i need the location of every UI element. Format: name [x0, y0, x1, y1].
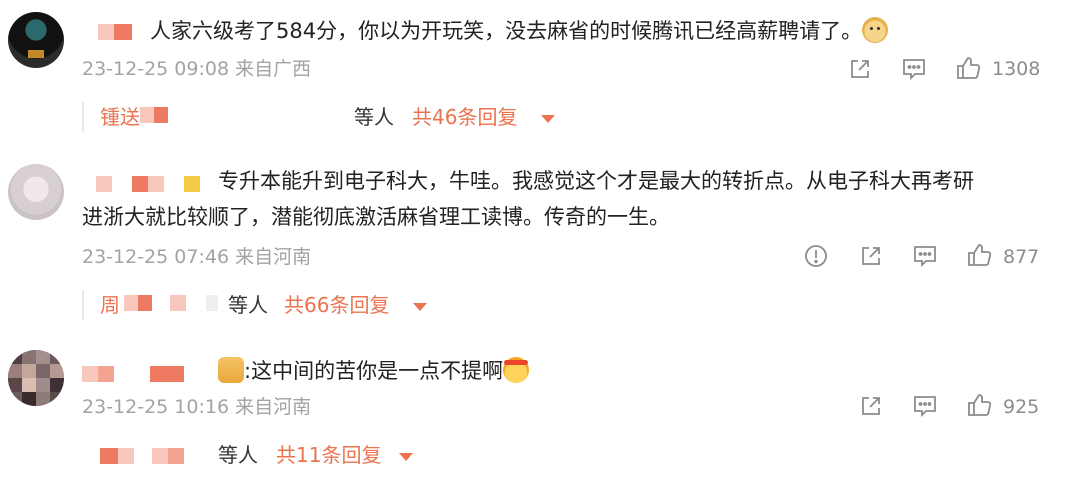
like-icon [968, 244, 992, 266]
caret-down-icon[interactable] [413, 303, 427, 311]
comment-list: 人家六级考了584分，你以为开玩笑，没去麻省的时候腾讯已经高薪聘请了。 23-1… [0, 0, 1080, 484]
like-count: 925 [1003, 396, 1040, 418]
comment-text-line-1: 专升本能升到电子科大，牛哇。我感觉这个才是最大的转折点。从电子科大再考研 [218, 169, 974, 193]
reply-username-masked[interactable] [100, 440, 210, 470]
comment-icon [914, 396, 936, 418]
avatar[interactable] [8, 164, 64, 220]
share-icon [851, 60, 869, 78]
like-button[interactable] [964, 390, 994, 420]
username-masked[interactable] [82, 362, 192, 386]
like-button[interactable] [964, 240, 994, 270]
share-button[interactable] [856, 241, 886, 271]
caret-down-icon[interactable] [399, 453, 413, 461]
share-button[interactable] [845, 54, 875, 84]
comment-text: 人家六级考了584分，你以为开玩笑，没去麻省的时候腾讯已经高薪聘请了。 [150, 14, 889, 48]
like-count: 877 [1003, 246, 1040, 268]
doge-emoji [862, 17, 889, 43]
reply-count-link[interactable]: 共46条回复 [412, 102, 517, 132]
comment-meta: 23-12-25 07:46 来自河南 [82, 246, 312, 268]
reply-count-link[interactable]: 共11条回复 [276, 440, 381, 470]
comment-item-1: 人家六级考了584分，你以为开玩笑，没去麻省的时候腾讯已经高薪聘请了。 23-1… [0, 0, 1080, 140]
comment-icon [903, 59, 925, 81]
avatar[interactable] [8, 350, 64, 406]
comment-button[interactable] [910, 241, 940, 271]
report-icon [805, 245, 827, 267]
reply-summary[interactable]: 等人 共11条回复 [82, 440, 424, 470]
like-button[interactable] [953, 53, 983, 83]
comment-text-line-2: 进浙大就比较顺了，潜能彻底激活麻省理工读博。传奇的一生。 [82, 205, 670, 229]
username-masked[interactable] [98, 20, 138, 44]
fighting-emoji [503, 357, 530, 383]
comment-button[interactable] [899, 54, 929, 84]
reply-others: 等人 [354, 105, 394, 129]
comment-text: :这中间的苦你是一点不提啊 [218, 354, 530, 388]
caret-down-icon[interactable] [541, 115, 555, 123]
reply-others: 等人 [218, 443, 258, 467]
share-icon [862, 247, 880, 265]
comment-meta: 23-12-25 09:08 来自广西 [82, 58, 312, 80]
pray-emoji [218, 357, 244, 383]
like-icon [968, 394, 992, 416]
comment-item-2: 专升本能升到电子科大，牛哇。我感觉这个才是最大的转折点。从电子科大再考研 进浙大… [0, 140, 1080, 330]
reply-username-masked[interactable]: 周 [100, 290, 230, 320]
like-count: 1308 [992, 58, 1041, 80]
reply-summary[interactable]: 锺送 等人 共46条回复 [82, 102, 604, 132]
share-button[interactable] [856, 391, 886, 421]
like-icon [957, 57, 981, 79]
avatar[interactable] [8, 12, 64, 68]
report-button[interactable] [801, 241, 831, 271]
reply-count-link[interactable]: 共66条回复 [284, 290, 389, 320]
username-masked[interactable] [96, 172, 206, 196]
share-icon [862, 397, 880, 415]
reply-others: 等人 [228, 293, 268, 317]
comment-icon [914, 246, 936, 268]
comment-item-3: :这中间的苦你是一点不提啊 23-12-25 10:16 来自河南 925 等人… [0, 330, 1080, 484]
reply-username-masked[interactable]: 锺送 [100, 102, 220, 132]
reply-summary[interactable]: 周 等人 共66条回复 [82, 290, 444, 320]
comment-meta: 23-12-25 10:16 来自河南 [82, 396, 312, 418]
comment-button[interactable] [910, 391, 940, 421]
